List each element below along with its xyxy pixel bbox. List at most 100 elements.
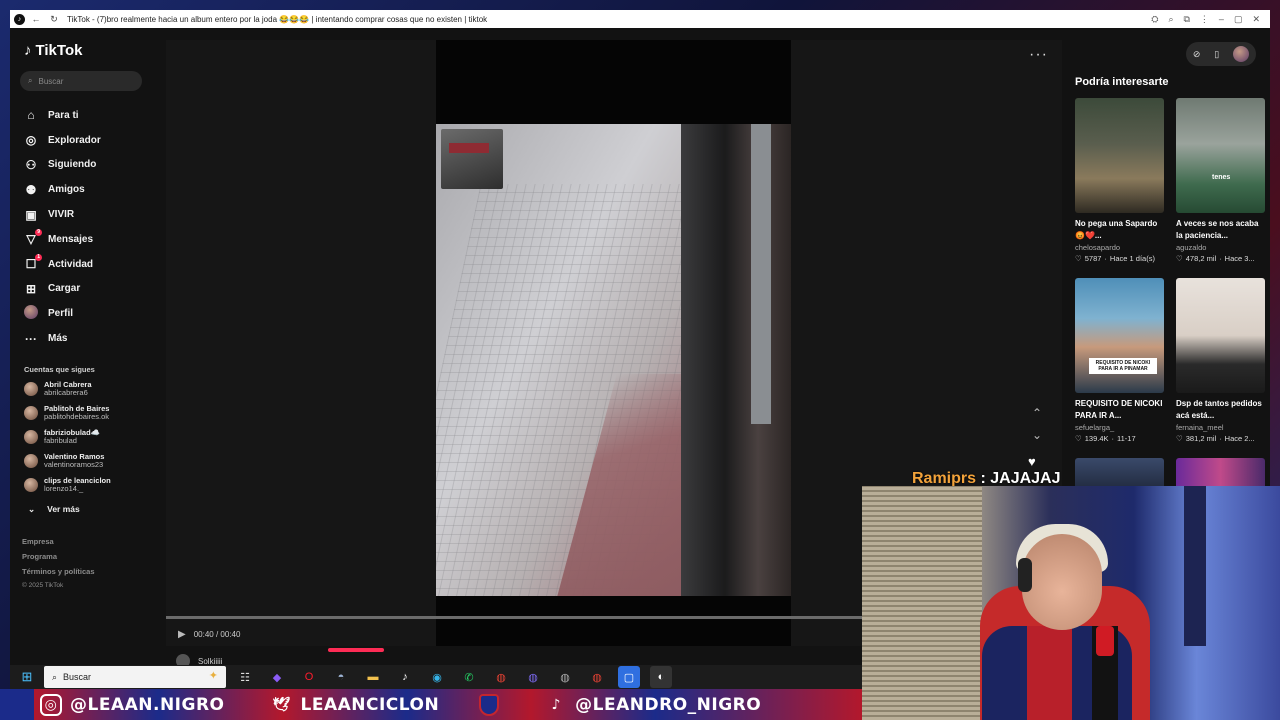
file-explorer-icon[interactable]: ▬: [362, 666, 384, 688]
nav-label: VIVIR: [48, 209, 75, 221]
following-account[interactable]: fabriziobulad☁️ fabribulad: [20, 428, 150, 446]
like-count: 478,2 mil: [1185, 254, 1217, 263]
chat-text: JAJAJAJ: [990, 470, 1061, 487]
copilot-icon[interactable]: ◆: [266, 666, 288, 688]
minimize-icon[interactable]: –: [1219, 14, 1224, 25]
recommended-video[interactable]: REQUISITO DE NICOKI PARA IR A PINAMAR RE…: [1075, 278, 1164, 443]
browser-title-bar: ♪ ← ↻ TikTok - (7)bro realmente hacia un…: [10, 10, 1270, 28]
recommended-video[interactable]: Dsp de tantos pedidos acá está... fernai…: [1176, 278, 1265, 443]
upload-icon: ⊞: [25, 281, 37, 296]
opera-icon[interactable]: O: [298, 666, 320, 688]
footer-link[interactable]: Programa: [22, 552, 150, 561]
video-author: chelosapardo: [1075, 243, 1121, 252]
webcam-overlay: [862, 486, 1280, 720]
more-options-icon[interactable]: ···: [1029, 46, 1048, 64]
see-more-button[interactable]: ⌄ Ver más: [20, 504, 150, 515]
nav-item-para-ti[interactable]: ⌂ Para ti: [20, 103, 150, 128]
footer-link[interactable]: Términos y políticas: [22, 567, 150, 576]
nav-item-vivir[interactable]: ▣ VIVIR: [20, 202, 150, 227]
chevron-up-icon[interactable]: ⌃: [1032, 406, 1042, 420]
activity-badge: 1: [35, 254, 42, 262]
app-icon[interactable]: ◓: [330, 666, 352, 688]
back-icon[interactable]: ←: [29, 12, 43, 26]
following-account[interactable]: clips de leanciclon lorenzo14._: [20, 476, 150, 494]
nav-item-explorador[interactable]: ◎ Explorador: [20, 128, 150, 153]
recommended-video[interactable]: tenes A veces se nos acaba la paciencia.…: [1176, 98, 1265, 263]
nav-label: Siguiendo: [48, 159, 97, 171]
nav-item-mas[interactable]: ··· Más: [20, 326, 150, 351]
avatar: [24, 406, 38, 421]
windows-start-icon[interactable]: ⊞: [10, 669, 44, 685]
close-icon[interactable]: ✕: [1252, 14, 1260, 25]
follow-button[interactable]: [328, 648, 384, 652]
footer-link[interactable]: Empresa: [22, 537, 150, 546]
tiktok-handle: @LEANDRO_NIGRO: [575, 694, 762, 715]
following-account[interactable]: Pablitoh de Baires pablitohdebaires.ok: [20, 404, 150, 422]
posted-time: Hace 1 día(s): [1109, 254, 1155, 263]
chrome-icon[interactable]: ◍: [554, 666, 576, 688]
nav-item-perfil[interactable]: Perfil: [20, 301, 150, 326]
chevron-down-icon[interactable]: ⌄: [1032, 428, 1042, 442]
zoom-icon[interactable]: ⌕: [1168, 14, 1173, 25]
translate-icon[interactable]: ⛭: [1151, 14, 1158, 25]
refresh-icon[interactable]: ↻: [47, 12, 61, 26]
like-count: 5787: [1084, 254, 1102, 263]
messages-icon: ▽ 9: [26, 229, 42, 247]
nav-item-actividad[interactable]: ☐ 1 Actividad: [20, 252, 150, 277]
tiktok-logo[interactable]: ♪ TikTok: [24, 42, 150, 59]
following-account[interactable]: Abril Cabrera abrilcabrera6: [20, 380, 150, 398]
video-frame[interactable]: [436, 124, 791, 596]
maximize-icon[interactable]: ▢: [1234, 14, 1243, 25]
search-input[interactable]: ⌕ Buscar: [20, 71, 142, 91]
nav-label: Actividad: [48, 258, 94, 270]
taskbar-search[interactable]: ⌕ Buscar ✦: [44, 666, 226, 688]
menu-icon[interactable]: ⋮: [1200, 14, 1209, 25]
extensions-icon[interactable]: ⧉: [1183, 14, 1189, 25]
edge-icon[interactable]: ◉: [426, 666, 448, 688]
search-icon: ⌕: [52, 671, 58, 682]
coins-icon[interactable]: ⊘: [1193, 49, 1201, 60]
nav-item-amigos[interactable]: ⚉ Amigos: [20, 177, 150, 202]
nav-item-mensajes[interactable]: ▽ 9 Mensajes: [20, 227, 150, 252]
window-controls: ⛭ ⌕ ⧉ ⋮ – ▢ ✕: [1151, 14, 1270, 25]
instagram-handle: @LEAAN.NIGRO: [70, 694, 225, 715]
recommended-video[interactable]: No pega una Sapardo 😡❤️... chelosapardo …: [1075, 98, 1164, 263]
following-account[interactable]: Valentino Ramos valentinoramos23: [20, 452, 150, 470]
nav-label: Más: [48, 333, 68, 345]
avatar[interactable]: [1233, 46, 1250, 62]
nav-item-siguiendo[interactable]: ⚇ Siguiendo: [20, 153, 150, 178]
chevron-down-icon: ⌄: [28, 503, 36, 514]
chat-user: Ramiprs: [912, 470, 977, 487]
whatsapp-icon[interactable]: ✆: [458, 666, 480, 688]
avatar: [24, 454, 38, 469]
club-crest-icon: [479, 693, 500, 716]
app-icon[interactable]: ▢: [618, 666, 640, 688]
account-handle: abrilcabrera6: [44, 388, 88, 398]
video-author: sefuelarga_: [1075, 423, 1115, 432]
nav-label: Mensajes: [48, 233, 94, 245]
video-thumbnail[interactable]: [1075, 98, 1164, 213]
thumbnail-caption: REQUISITO DE NICOKI PARA IR A PINAMAR: [1089, 358, 1157, 374]
like-count: 139.4K: [1084, 434, 1109, 443]
play-icon[interactable]: ▶: [178, 629, 186, 640]
video-thumbnail[interactable]: tenes: [1176, 98, 1265, 213]
obs-icon[interactable]: ◐: [650, 666, 672, 688]
activity-icon: ☐ 1: [25, 254, 42, 272]
tiktok-icon[interactable]: ♪: [394, 666, 416, 688]
device-icon[interactable]: ▯: [1214, 49, 1219, 60]
video-title: No pega una Sapardo 😡❤️...: [1075, 219, 1158, 240]
see-more-label: Ver más: [47, 503, 80, 514]
sidebar-footer: Empresa Programa Términos y políticas © …: [20, 537, 150, 589]
video-thumbnail[interactable]: [1176, 278, 1265, 393]
video-title: Dsp de tantos pedidos acá está...: [1176, 399, 1262, 420]
video-thumbnail[interactable]: REQUISITO DE NICOKI PARA IR A PINAMAR: [1075, 278, 1164, 393]
chrome-icon[interactable]: ◍: [522, 666, 544, 688]
social-banner: ◎ @LEAAN.NIGRO 🕊 LEAANCICLON ♪ @LEANDRO_…: [34, 689, 862, 720]
search-icon: ⌕: [28, 76, 33, 85]
chrome-icon[interactable]: ◍: [490, 666, 512, 688]
task-view-icon[interactable]: ☷: [234, 666, 256, 688]
nav-item-cargar[interactable]: ⊞ Cargar: [20, 277, 150, 302]
chrome-icon[interactable]: ◍: [586, 666, 608, 688]
avatar: [24, 430, 38, 445]
video-author: fernaina_meel: [1176, 423, 1224, 432]
